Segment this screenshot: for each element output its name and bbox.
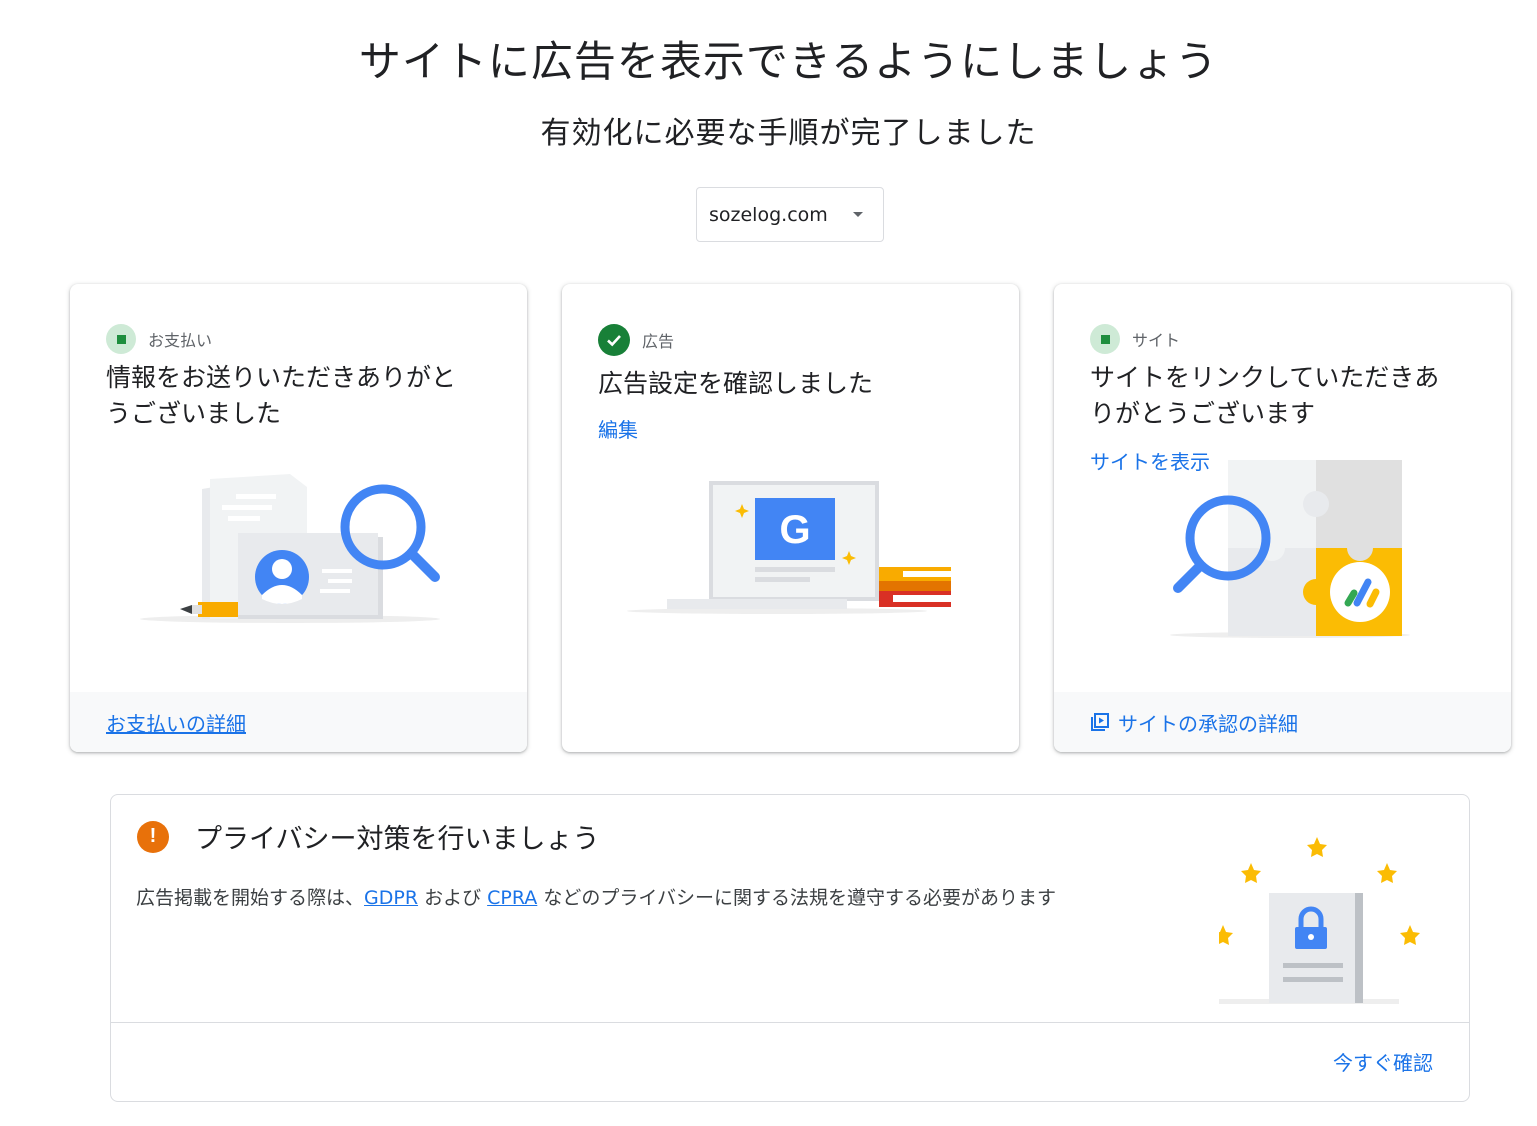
payment-headline: 情報をお送りいただきありがと うございました bbox=[106, 360, 491, 432]
payment-headline-line1: 情報をお送りいただきありがと bbox=[106, 363, 457, 392]
status-pending-icon bbox=[1090, 324, 1120, 354]
page-title: サイトに広告を表示できるようにしましょう bbox=[358, 37, 1219, 86]
site-headline-line1: サイトをリンクしていただきあ bbox=[1090, 363, 1440, 392]
site-dropdown-value: sozelog.com bbox=[709, 203, 828, 226]
site-headline: サイトをリンクしていただきあ りがとうございます bbox=[1090, 360, 1475, 432]
privacy-title: プライバシー対策を行いましょう bbox=[195, 824, 600, 855]
site-dropdown[interactable]: sozelog.com bbox=[696, 187, 884, 242]
payment-illustration-icon bbox=[140, 474, 440, 623]
check-circle-icon bbox=[598, 324, 630, 356]
review-now-button[interactable]: 今すぐ確認 bbox=[1333, 1047, 1433, 1076]
site-puzzle-illustration-icon bbox=[1170, 460, 1410, 638]
svg-text:G: G bbox=[779, 508, 810, 552]
ads-card: 広告 広告設定を確認しました 編集 G bbox=[562, 284, 1019, 752]
payment-headline-line2: うございました bbox=[106, 399, 282, 428]
site-card: サイト サイトをリンクしていただきあ りがとうございます サイトを表示 サイトの… bbox=[1054, 284, 1511, 752]
chevron-down-icon bbox=[853, 212, 863, 217]
cpra-link[interactable]: CPRA bbox=[487, 887, 537, 909]
warning-icon: ! bbox=[137, 820, 169, 853]
privacy-text-after: などのプライバシーに関する法規を遵守する必要があります bbox=[537, 887, 1056, 909]
payment-status: お支払い bbox=[106, 324, 212, 354]
site-status-label: サイト bbox=[1132, 331, 1181, 350]
site-approval-details-label: サイトの承認の詳細 bbox=[1118, 711, 1298, 736]
privacy-text-mid: および bbox=[418, 887, 488, 909]
page-subtitle: 有効化に必要な手順が完了しました bbox=[540, 116, 1037, 151]
privacy-header: ! プライバシー対策を行いましょう bbox=[137, 817, 599, 856]
privacy-divider bbox=[111, 1022, 1469, 1023]
site-headline-line2: りがとうございます bbox=[1090, 399, 1316, 428]
gdpr-link[interactable]: GDPR bbox=[364, 887, 418, 909]
ads-status: 広告 bbox=[598, 324, 674, 356]
ads-headline: 広告設定を確認しました bbox=[598, 369, 874, 398]
ads-illustration-icon: G bbox=[627, 481, 951, 614]
payment-details-label: お支払いの詳細 bbox=[106, 711, 246, 736]
status-pending-icon bbox=[106, 324, 136, 354]
privacy-panel: ! プライバシー対策を行いましょう 広告掲載を開始する際は、GDPR および C… bbox=[110, 794, 1470, 1102]
privacy-text-before: 広告掲載を開始する際は、 bbox=[136, 887, 365, 909]
site-approval-details-link[interactable]: サイトの承認の詳細 bbox=[1054, 692, 1511, 752]
ads-status-label: 広告 bbox=[642, 332, 675, 351]
privacy-lock-illustration-icon bbox=[1219, 837, 1420, 1004]
privacy-body: 広告掲載を開始する際は、GDPR および CPRA などのプライバシーに関する法… bbox=[136, 883, 1056, 910]
site-status: サイト bbox=[1090, 324, 1180, 354]
payment-status-label: お支払い bbox=[148, 331, 213, 350]
edit-ads-link[interactable]: 編集 bbox=[598, 414, 638, 443]
payment-details-link[interactable]: お支払いの詳細 bbox=[70, 692, 527, 752]
video-library-icon bbox=[1091, 713, 1109, 731]
payment-card: お支払い 情報をお送りいただきありがと うございました お支払いの詳細 bbox=[70, 284, 527, 752]
